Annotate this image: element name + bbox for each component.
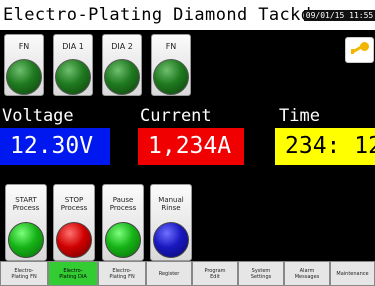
manual-rinse-button[interactable]: Manual Rinse — [150, 184, 192, 261]
green-lamp-icon — [8, 222, 44, 258]
indicator-lamp-icon — [153, 59, 189, 95]
time-value: 234: 12 — [275, 128, 375, 165]
indicator-fn-2: FN — [151, 34, 191, 96]
indicator-lamp-icon — [104, 59, 140, 95]
indicator-label: DIA 2 — [111, 42, 133, 51]
green-lamp-icon — [105, 222, 141, 258]
start-process-button[interactable]: START Process — [5, 184, 47, 261]
nav-system-settings[interactable]: System Settings — [238, 261, 284, 286]
indicator-label: FN — [165, 42, 177, 51]
nav-alarm-messages[interactable]: Alarm Messages — [284, 261, 330, 286]
voltage-label: Voltage — [2, 106, 74, 126]
page-title: Electro-Plating Diamond Tackdow — [3, 5, 333, 25]
indicator-lamp-icon — [55, 59, 91, 95]
nav-maintenance[interactable]: Maintenance — [330, 261, 375, 286]
indicator-label: DIA 1 — [62, 42, 84, 51]
button-label: Process — [60, 204, 88, 212]
button-label: Rinse — [161, 204, 181, 212]
nav-electro-plating-fn-2[interactable]: Electro- Plating FN — [98, 261, 146, 286]
indicator-dia-2: DIA 2 — [102, 34, 142, 96]
button-label: Process — [12, 204, 40, 212]
indicator-label: FN — [18, 42, 30, 51]
blue-lamp-icon — [153, 222, 189, 258]
title-bar: Electro-Plating Diamond Tackdow 09/01/15… — [0, 0, 375, 30]
button-label: Process — [109, 204, 137, 212]
button-label: STOP — [64, 196, 84, 204]
nav-register[interactable]: Register — [146, 261, 192, 286]
key-button[interactable] — [345, 37, 374, 63]
red-lamp-icon — [56, 222, 92, 258]
button-label: START — [15, 196, 37, 204]
nav-electro-plating-dia[interactable]: Electro- Plating DIA — [48, 261, 98, 286]
indicator-dia-1: DIA 1 — [53, 34, 93, 96]
button-label: Manual — [158, 196, 184, 204]
indicator-fn-1: FN — [4, 34, 44, 96]
current-label: Current — [140, 106, 212, 126]
time-label: Time — [279, 106, 320, 126]
current-value: 1,234A — [138, 128, 244, 165]
nav-electro-plating-fn-1[interactable]: Electro- Plating FN — [0, 261, 48, 286]
stop-process-button[interactable]: STOP Process — [53, 184, 95, 261]
button-label: Pause — [112, 196, 134, 204]
voltage-value: 12.30V — [0, 128, 110, 165]
bottom-nav: Electro- Plating FN Electro- Plating DIA E… — [0, 261, 375, 286]
clock-display: 09/01/15 11:55 — [304, 10, 375, 21]
nav-program-edit[interactable]: Program Edit — [192, 261, 238, 286]
indicator-lamp-icon — [6, 59, 42, 95]
pause-process-button[interactable]: Pause Process — [102, 184, 144, 261]
